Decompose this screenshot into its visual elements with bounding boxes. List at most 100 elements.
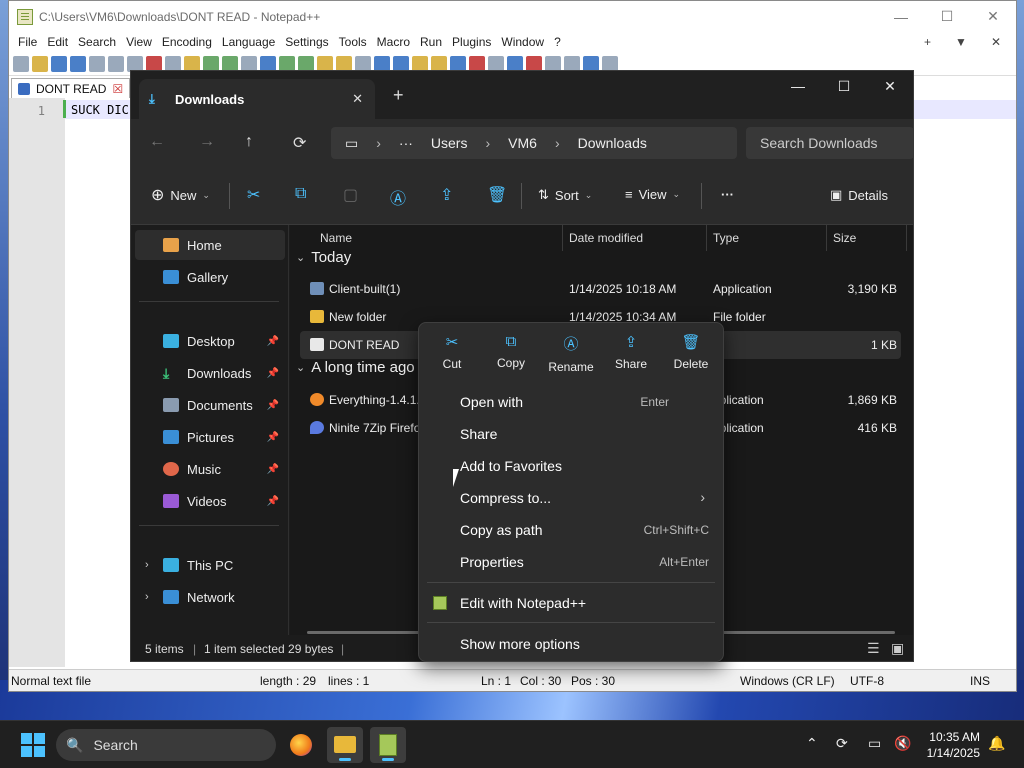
explorer-close-button[interactable]: ✕ <box>867 71 913 101</box>
sidebar-item-desktop[interactable]: Desktop 📌 <box>135 326 285 356</box>
menu-item-show-more-options[interactable]: Show more options <box>419 629 723 659</box>
share-action[interactable]: ⇪ Share <box>601 333 661 371</box>
up-arrow-icon[interactable]: ↑ <box>245 133 253 151</box>
windows-start-icon[interactable] <box>21 733 45 757</box>
column-divider[interactable] <box>826 225 827 251</box>
explorer-maximize-button[interactable]: ☐ <box>821 71 867 101</box>
menu-plugins[interactable]: Plugins <box>447 35 496 49</box>
tiles-view-icon[interactable]: ▣ <box>891 640 904 657</box>
new-button[interactable]: ⊕ New ⌄ <box>151 185 210 205</box>
breadcrumb-separator-icon[interactable]: › <box>376 135 381 151</box>
menu-window[interactable]: Window <box>496 35 549 49</box>
new-file-icon[interactable] <box>13 55 29 72</box>
breadcrumb-separator-icon[interactable]: › <box>485 135 490 151</box>
new-tab-button[interactable]: + <box>393 85 404 106</box>
sidebar-item-this-pc[interactable]: › This PC <box>135 550 285 580</box>
editor-text[interactable]: SUCK DIC <box>71 103 129 117</box>
menu-help[interactable]: ? <box>549 35 566 49</box>
sidebar-item-network[interactable]: › Network <box>135 582 285 612</box>
explorer-tab[interactable]: ⤓ Downloads ✕ <box>139 79 375 119</box>
breadcrumb-downloads[interactable]: Downloads <box>578 135 647 151</box>
chevron-right-icon[interactable]: › <box>145 591 149 603</box>
volume-muted-icon[interactable]: 🔇 <box>894 735 911 752</box>
more-options-icon[interactable]: ··· <box>721 187 734 202</box>
menu-edit[interactable]: Edit <box>42 35 73 49</box>
firefox-icon[interactable] <box>283 727 319 763</box>
menu-dropdown-icon[interactable]: ▼ <box>950 35 972 49</box>
explorer-titlebar[interactable]: ⤓ Downloads ✕ + — ☐ ✕ <box>131 71 913 119</box>
menu-run[interactable]: Run <box>415 35 447 49</box>
search-downloads-input[interactable]: Search Downloads <box>746 127 914 159</box>
delete-icon[interactable]: 🗑 <box>487 185 507 205</box>
clock[interactable]: 10:35 AM 1/14/2025 <box>927 729 980 761</box>
sidebar-item-home[interactable]: Home <box>135 230 285 260</box>
breadcrumb-vm6[interactable]: VM6 <box>508 135 537 151</box>
menu-item-open-with[interactable]: Open with Enter <box>419 387 723 417</box>
save-all-icon[interactable] <box>70 55 86 72</box>
group-header-today[interactable]: ⌄ Today <box>296 249 351 266</box>
breadcrumb-separator-icon[interactable]: › <box>555 135 560 151</box>
menu-file[interactable]: File <box>13 35 42 49</box>
file-explorer-icon[interactable] <box>327 727 363 763</box>
pin-icon[interactable]: 📌 <box>267 496 279 507</box>
column-size[interactable]: Size <box>833 225 856 251</box>
pin-icon[interactable]: 📌 <box>267 368 279 379</box>
cut-icon[interactable]: ✂ <box>247 185 260 205</box>
menu-item-edit-with-notepad[interactable]: Edit with Notepad++ <box>419 588 723 618</box>
save-icon[interactable] <box>51 55 67 72</box>
group-header-older[interactable]: ⌄ A long time ago <box>296 359 415 376</box>
chevron-right-icon[interactable]: › <box>145 559 149 571</box>
sidebar-item-gallery[interactable]: Gallery <box>135 262 285 292</box>
address-bar[interactable]: ▭ › ··· Users › VM6 › Downloads <box>331 127 737 159</box>
rename-action[interactable]: Ⓐ Rename <box>541 333 601 374</box>
sidebar-item-pictures[interactable]: Pictures 📌 <box>135 422 285 452</box>
column-divider[interactable] <box>906 225 907 251</box>
menu-language[interactable]: Language <box>217 35 280 49</box>
tab-close-icon[interactable]: ✕ <box>352 91 363 107</box>
file-row[interactable]: Client-built(1) 1/14/2025 10:18 AM Appli… <box>300 275 901 303</box>
forward-arrow-icon[interactable]: → <box>199 133 215 151</box>
menu-search[interactable]: Search <box>73 35 121 49</box>
pin-icon[interactable]: 📌 <box>267 432 279 443</box>
explorer-minimize-button[interactable]: — <box>775 71 821 101</box>
sync-icon[interactable]: ⟳ <box>836 735 848 752</box>
notepad-titlebar[interactable]: C:\Users\VM6\Downloads\DONT READ - Notep… <box>9 1 1016 32</box>
details-view-icon[interactable]: ☰ <box>867 640 880 657</box>
menu-add-icon[interactable]: + <box>919 35 936 49</box>
tab-dont-read[interactable]: DONT READ ☒ <box>11 78 131 98</box>
notepad-plus-plus-icon[interactable] <box>370 727 406 763</box>
pin-icon[interactable]: 📌 <box>267 336 279 347</box>
notification-bell-icon[interactable]: 🔔 <box>988 735 1005 752</box>
column-divider[interactable] <box>706 225 707 251</box>
menu-close-icon[interactable]: ✕ <box>986 35 1006 49</box>
pin-icon[interactable]: 📌 <box>267 464 279 475</box>
menu-item-properties[interactable]: Properties Alt+Enter <box>419 547 723 577</box>
sidebar-item-documents[interactable]: Documents 📌 <box>135 390 285 420</box>
back-arrow-icon[interactable]: ← <box>149 133 165 151</box>
taskbar-search[interactable]: 🔍 Search <box>56 729 276 761</box>
menu-item-share[interactable]: Share <box>419 419 723 449</box>
delete-action[interactable]: 🗑 Delete <box>661 333 721 371</box>
rename-icon[interactable]: Ⓐ <box>390 185 406 209</box>
copy-icon[interactable]: ⧉ <box>295 185 306 203</box>
close-all-icon[interactable] <box>108 55 124 72</box>
view-button[interactable]: ≡ View ⌄ <box>625 187 680 202</box>
column-divider[interactable] <box>562 225 563 251</box>
network-icon[interactable]: ▭ <box>868 735 881 752</box>
breadcrumb-users[interactable]: Users <box>431 135 468 151</box>
breadcrumb-more-icon[interactable]: ··· <box>399 135 413 151</box>
cut-action[interactable]: ✂ Cut <box>422 333 482 371</box>
menu-item-copy-as-path[interactable]: Copy as path Ctrl+Shift+C <box>419 515 723 545</box>
column-date-modified[interactable]: Date modified <box>569 225 643 251</box>
details-button[interactable]: ▣ Details <box>830 187 888 203</box>
share-icon[interactable]: ⇪ <box>440 185 453 205</box>
menu-encoding[interactable]: Encoding <box>157 35 217 49</box>
sidebar-item-downloads[interactable]: ⤓ Downloads 📌 <box>135 358 285 388</box>
menu-macro[interactable]: Macro <box>372 35 415 49</box>
column-type[interactable]: Type <box>713 225 739 251</box>
refresh-icon[interactable]: ⟳ <box>293 133 306 153</box>
chevron-up-icon[interactable]: ⌃ <box>806 735 818 752</box>
this-pc-icon[interactable]: ▭ <box>345 135 358 152</box>
menu-tools[interactable]: Tools <box>334 35 372 49</box>
sort-button[interactable]: ⇅ Sort ⌄ <box>538 187 592 203</box>
